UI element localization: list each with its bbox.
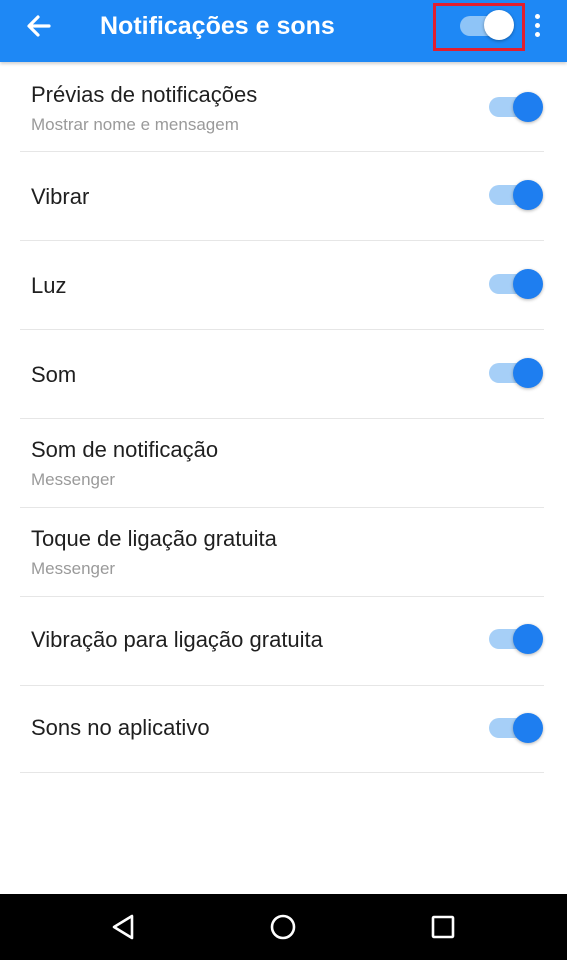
setting-label: Vibração para ligação gratuita	[31, 627, 323, 652]
in-app-sounds-toggle[interactable]	[485, 712, 545, 744]
setting-in-app-sounds[interactable]: Sons no aplicativo	[0, 686, 567, 773]
square-recents-icon[interactable]	[425, 909, 461, 945]
setting-label: Sons no aplicativo	[31, 715, 210, 740]
free-call-vibration-toggle[interactable]	[485, 623, 545, 655]
setting-label: Vibrar	[31, 184, 90, 209]
page-title: Notificações e sons	[100, 12, 335, 40]
toggle-thumb	[513, 713, 543, 743]
circle-home-icon[interactable]	[265, 909, 301, 945]
divider	[20, 772, 544, 773]
arrow-left-icon[interactable]	[22, 9, 56, 43]
setting-label: Som de notificação	[31, 437, 219, 462]
toggle-thumb	[513, 92, 543, 122]
light-toggle[interactable]	[485, 268, 545, 300]
app-bar: Notificações e sons	[0, 0, 567, 62]
setting-label: Toque de ligação gratuita	[31, 526, 277, 551]
setting-label: Som	[31, 362, 77, 387]
setting-notification-sound[interactable]: Som de notificação Messenger	[0, 419, 567, 508]
setting-free-call-ringtone[interactable]: Toque de ligação gratuita Messenger	[0, 508, 567, 597]
setting-label: Luz	[31, 273, 67, 298]
setting-sublabel: Mostrar nome e mensagem	[31, 115, 239, 134]
master-toggle-thumb	[484, 10, 514, 40]
setting-label: Prévias de notificações	[31, 82, 258, 107]
setting-free-call-vibration[interactable]: Vibração para ligação gratuita	[0, 597, 567, 686]
notification-previews-toggle[interactable]	[485, 91, 545, 123]
toggle-thumb	[513, 180, 543, 210]
triangle-back-icon[interactable]	[106, 909, 142, 945]
setting-sublabel: Messenger	[31, 470, 116, 489]
sound-toggle[interactable]	[485, 357, 545, 389]
more-vertical-icon[interactable]	[530, 9, 544, 43]
toggle-thumb	[513, 269, 543, 299]
setting-vibrate[interactable]: Vibrar	[0, 152, 567, 241]
system-navigation-bar	[0, 894, 567, 960]
setting-light[interactable]: Luz	[0, 241, 567, 330]
setting-sound[interactable]: Som	[0, 330, 567, 419]
setting-sublabel: Messenger	[31, 559, 116, 578]
toggle-thumb	[513, 358, 543, 388]
master-notifications-toggle[interactable]	[433, 3, 525, 51]
vibrate-toggle[interactable]	[485, 179, 545, 211]
toggle-thumb	[513, 624, 543, 654]
setting-notification-previews[interactable]: Prévias de notificações Mostrar nome e m…	[0, 62, 567, 152]
